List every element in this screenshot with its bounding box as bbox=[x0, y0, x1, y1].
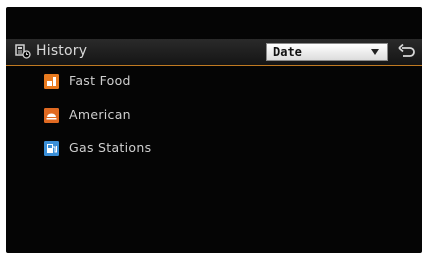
restaurant-icon bbox=[44, 108, 59, 123]
list-item-american[interactable]: American bbox=[44, 105, 294, 129]
chevron-down-icon bbox=[371, 49, 379, 55]
navigation-screen: History Date Fast Food American Gas Stat… bbox=[6, 7, 422, 253]
list-item-label: Fast Food bbox=[69, 73, 131, 88]
title-bar: History Date bbox=[6, 39, 422, 66]
list-item-label: Gas Stations bbox=[69, 140, 152, 155]
list-item-fast-food[interactable]: Fast Food bbox=[44, 71, 294, 95]
fast-food-icon bbox=[44, 74, 59, 89]
gas-station-icon bbox=[44, 141, 59, 156]
list-item-label: American bbox=[69, 107, 131, 122]
sort-dropdown[interactable]: Date bbox=[266, 43, 388, 61]
list-item-gas-stations[interactable]: Gas Stations bbox=[44, 138, 294, 162]
back-arrow-icon bbox=[402, 47, 415, 57]
history-poi-icon bbox=[15, 44, 31, 59]
page-title: History bbox=[36, 43, 88, 59]
sort-selected-value: Date bbox=[273, 45, 302, 59]
back-button[interactable] bbox=[394, 42, 418, 62]
